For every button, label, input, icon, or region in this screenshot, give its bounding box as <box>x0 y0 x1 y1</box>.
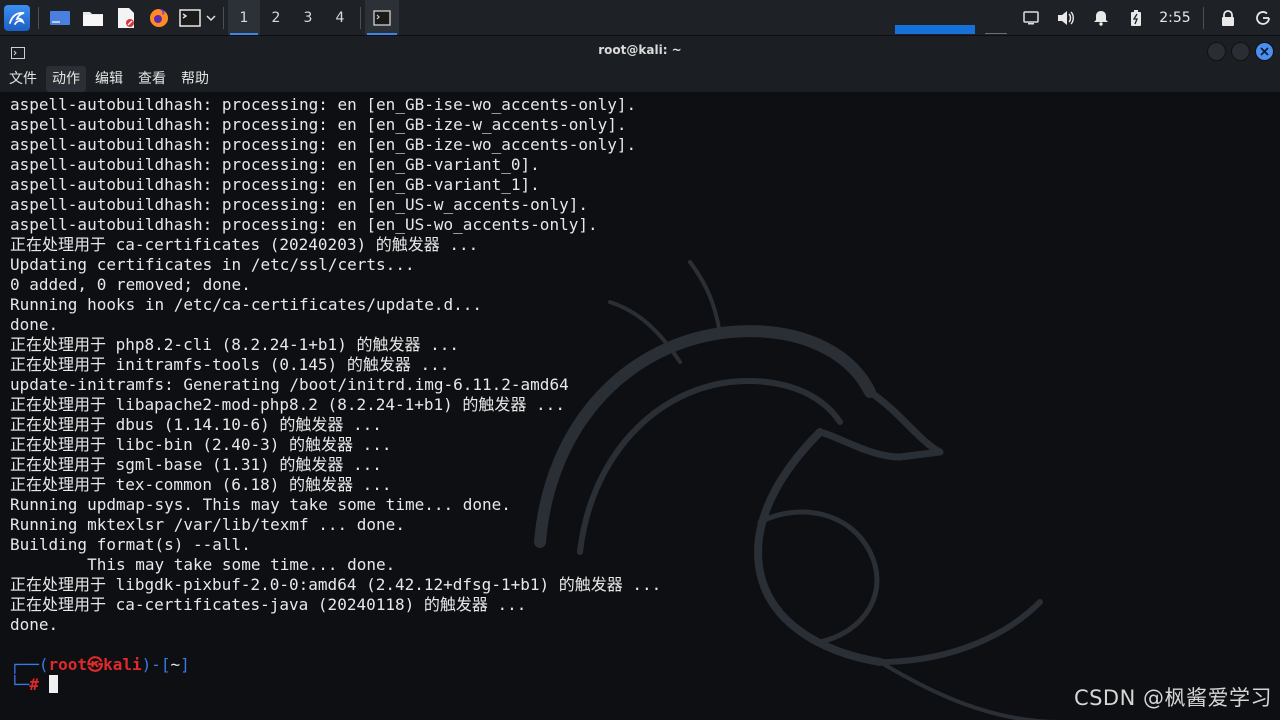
panel-separator <box>38 6 39 29</box>
prompt-line-1: ┌──(root㉿kali)-[~] <box>10 655 190 675</box>
output-line: Building format(s) --all. <box>10 535 251 554</box>
text-editor-launcher[interactable] <box>109 0 142 35</box>
output-line: aspell-autobuildhash: processing: en [en… <box>10 135 637 154</box>
chevron-down-icon[interactable] <box>205 14 216 22</box>
output-line: Running updmap-sys. This may take some t… <box>10 495 511 514</box>
prompt-frame-mid: )-[ <box>141 655 171 674</box>
speaker-icon <box>1057 10 1074 25</box>
tray-separator <box>1203 6 1204 29</box>
show-desktop-button[interactable] <box>43 0 76 35</box>
clock[interactable]: 2:55 <box>1153 10 1197 26</box>
output-line: aspell-autobuildhash: processing: en [en… <box>10 95 637 114</box>
firefox-launcher[interactable] <box>142 0 175 35</box>
menu-file[interactable]: 文件 <box>3 66 43 92</box>
panel-separator <box>223 6 224 29</box>
battery-button[interactable] <box>1118 0 1153 35</box>
menu-actions[interactable]: 动作 <box>46 66 86 92</box>
panel-separator <box>360 6 361 29</box>
terminal-icon <box>178 8 201 27</box>
output-line: done. <box>10 315 59 334</box>
prompt-symbol: # <box>29 675 39 694</box>
prompt-dir: ~ <box>170 655 181 674</box>
prompt-line-2: └─# <box>10 675 190 695</box>
window-title: root@kali: ~ <box>598 43 682 57</box>
prompt-user: root <box>48 655 88 674</box>
prompt-frame-top: ┌──( <box>10 655 49 674</box>
firefox-icon <box>149 8 168 27</box>
logout-button[interactable] <box>1245 0 1280 35</box>
prompt-frame-end: ] <box>180 655 190 674</box>
output-line: done. <box>10 615 59 634</box>
prompt-at: ㉿ <box>87 655 104 674</box>
terminal-lines: aspell-autobuildhash: processing: en [en… <box>10 95 661 635</box>
csdn-watermark: CSDN @枫酱爱学习 <box>1073 686 1272 710</box>
battery-icon <box>1130 9 1141 26</box>
bell-icon <box>1093 10 1108 26</box>
prompt-host: kali <box>103 655 142 674</box>
output-line: Updating certificates in /etc/ssl/certs.… <box>10 255 415 274</box>
close-icon <box>1260 47 1269 56</box>
output-line: aspell-autobuildhash: processing: en [en… <box>10 195 588 214</box>
output-line: 正在处理用于 dbus (1.14.10-6) 的触发器 ... <box>10 415 382 434</box>
applications-menu-button[interactable] <box>0 0 34 35</box>
workspace-1-button[interactable]: 1 <box>228 0 260 35</box>
file-manager-launcher[interactable] <box>76 0 109 35</box>
file-manager-icon <box>82 11 103 26</box>
minimize-button[interactable] <box>1207 42 1226 61</box>
shell-prompt[interactable]: ┌──(root㉿kali)-[~] └─# <box>10 655 190 695</box>
output-line: aspell-autobuildhash: processing: en [en… <box>10 215 598 234</box>
maximize-button[interactable] <box>1231 42 1250 61</box>
power-icon <box>1255 10 1270 25</box>
lock-icon <box>1221 9 1234 26</box>
terminal-window-task-button[interactable] <box>365 0 399 35</box>
desktop-icon <box>49 10 70 25</box>
notifications-button[interactable] <box>1083 0 1118 35</box>
network-monitor-graph <box>895 25 975 34</box>
menu-help[interactable]: 帮助 <box>175 66 215 92</box>
menu-edit[interactable]: 编辑 <box>89 66 129 92</box>
volume-button[interactable] <box>1048 0 1083 35</box>
close-button[interactable] <box>1255 42 1274 61</box>
text-editor-icon <box>117 7 134 28</box>
output-line: 正在处理用于 libc-bin (2.40-3) 的触发器 ... <box>10 435 392 454</box>
lock-screen-button[interactable] <box>1210 0 1245 35</box>
output-line: 正在处理用于 ca-certificates-java (20240118) 的… <box>10 595 527 614</box>
output-line: 正在处理用于 initramfs-tools (0.145) 的触发器 ... <box>10 355 450 374</box>
network-monitor-baseline <box>985 33 1007 34</box>
kali-logo-icon <box>4 4 30 31</box>
output-line: update-initramfs: Generating /boot/initr… <box>10 375 569 394</box>
system-tray: 2:55 <box>1013 0 1280 35</box>
output-line: 正在处理用于 libgdk-pixbuf-2.0-0:amd64 (2.42.1… <box>10 575 662 594</box>
top-panel: 1 2 3 4 2:55 <box>0 0 1280 36</box>
menu-view[interactable]: 查看 <box>132 66 172 92</box>
terminal-launcher[interactable] <box>175 0 219 35</box>
workspace-3-button[interactable]: 3 <box>292 0 324 35</box>
output-line: 正在处理用于 libapache2-mod-php8.2 (8.2.24-1+b… <box>10 395 565 414</box>
output-line: Running mktexlsr /var/lib/texmf ... done… <box>10 515 405 534</box>
output-line: Running hooks in /etc/ca-certificates/up… <box>10 295 483 314</box>
prompt-frame-bottom: └─ <box>10 675 30 694</box>
menu-bar: 文件 动作 编辑 查看 帮助 <box>0 66 1280 92</box>
output-line: This may take some time... done. <box>10 555 396 574</box>
output-line: aspell-autobuildhash: processing: en [en… <box>10 115 627 134</box>
output-line: 0 added, 0 removed; done. <box>10 275 251 294</box>
workspace-2-button[interactable]: 2 <box>260 0 292 35</box>
output-line: 正在处理用于 tex-common (6.18) 的触发器 ... <box>10 475 392 494</box>
workspace-4-button[interactable]: 4 <box>324 0 356 35</box>
window-titlebar[interactable]: root@kali: ~ <box>0 36 1280 66</box>
monitor-icon <box>1022 10 1039 24</box>
terminal-output-area[interactable]: aspell-autobuildhash: processing: en [en… <box>0 92 1280 720</box>
output-line: 正在处理用于 php8.2-cli (8.2.24-1+b1) 的触发器 ... <box>10 335 459 354</box>
text-cursor <box>48 675 58 693</box>
terminal-icon <box>373 9 391 26</box>
output-line: aspell-autobuildhash: processing: en [en… <box>10 175 540 194</box>
output-line: aspell-autobuildhash: processing: en [en… <box>10 155 540 174</box>
output-line: 正在处理用于 sgml-base (1.31) 的触发器 ... <box>10 455 382 474</box>
output-line: 正在处理用于 ca-certificates (20240203) 的触发器 .… <box>10 235 479 254</box>
screen-capture-button[interactable] <box>1013 0 1048 35</box>
